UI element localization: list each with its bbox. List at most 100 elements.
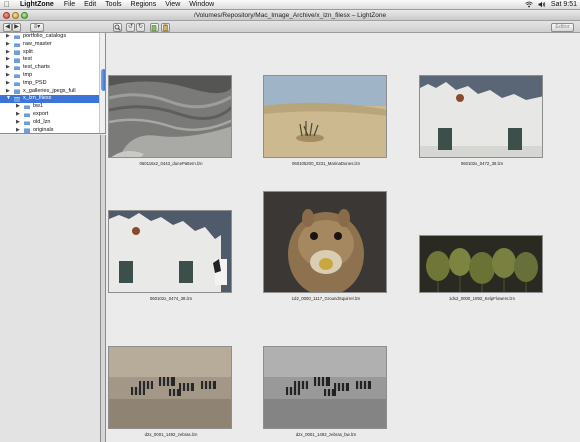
menu-file[interactable]: File xyxy=(64,0,75,10)
magnifier-icon xyxy=(114,24,121,31)
arrow-right-icon: ▶ xyxy=(14,23,19,30)
thumbnail-caption: d2x_0001_1492_zebras.lzn xyxy=(144,432,198,437)
kelp-flowers-thumbnail[interactable] xyxy=(419,235,543,293)
disclosure-closed-icon[interactable]: ▶ xyxy=(6,80,10,88)
zebras-bw-thumbnail[interactable] xyxy=(263,346,387,429)
folder-icon xyxy=(14,81,20,87)
disclosure-open-icon[interactable]: ▼ xyxy=(6,95,11,103)
disclosure-closed-icon[interactable]: ▶ xyxy=(16,127,20,133)
search-button[interactable] xyxy=(113,22,122,32)
view-mode-popup[interactable]: ≡▾ xyxy=(30,22,44,32)
folder-icon xyxy=(14,73,20,79)
disclosure-closed-icon[interactable]: ▶ xyxy=(6,72,10,80)
menu-view[interactable]: View xyxy=(165,0,180,10)
thumbnail-caption: 060116x2_0443_dunePattern.lzn xyxy=(139,161,203,166)
wifi-icon[interactable] xyxy=(525,1,533,8)
folder-label: raw_master xyxy=(23,40,52,47)
white-building-thumbnail[interactable] xyxy=(419,75,543,158)
back-button[interactable]: ◀ xyxy=(3,22,12,32)
rotate-right-button[interactable]: ↻ xyxy=(136,22,145,32)
close-window-button[interactable] xyxy=(3,12,10,19)
folder-icon xyxy=(14,58,20,63)
thumbnail-caption: 060102x_0472_38.lzn xyxy=(460,161,504,166)
folder-tree-item[interactable]: ▶ test_charts xyxy=(0,64,99,72)
zebras-thumbnail[interactable] xyxy=(108,346,232,429)
toolbar: ◀ ▶ ≡▾ ↺ ↻ Editor xyxy=(0,21,580,33)
folder-tree-item[interactable]: ▶ test xyxy=(0,56,99,64)
image-browser: 060116x2_0443_dunePattern.lzn 060105200_… xyxy=(106,33,580,442)
folder-icon xyxy=(14,97,20,102)
apple-menu-icon[interactable]:  xyxy=(4,0,12,9)
folder-label: tmp_PSD xyxy=(23,79,47,86)
folder-label: split xyxy=(23,48,33,55)
window-title: /Volumes/Repository/Mac_Image_Archive/x_… xyxy=(193,12,387,19)
folder-tree-item[interactable]: ▶ split xyxy=(0,49,99,57)
sidebar-scrollbar[interactable] xyxy=(99,33,105,133)
folder-icon xyxy=(24,112,30,118)
arrow-left-icon: ◀ xyxy=(5,23,10,30)
minimize-window-button[interactable] xyxy=(12,12,19,19)
zoom-window-button[interactable] xyxy=(21,12,28,19)
app-menu[interactable]: LightZone xyxy=(20,0,54,10)
clock-text[interactable]: Sat 9:51 xyxy=(551,0,577,10)
dune-pattern-thumbnail[interactable] xyxy=(108,75,232,158)
folder-tree-item[interactable]: ▶ portfolio_catalogs xyxy=(0,33,99,41)
copy-tools-button[interactable] xyxy=(150,22,159,32)
disclosure-closed-icon[interactable]: ▶ xyxy=(16,119,20,127)
folder-icon xyxy=(14,65,20,71)
disclosure-closed-icon[interactable]: ▶ xyxy=(6,88,10,96)
menu-window[interactable]: Window xyxy=(189,0,214,10)
folder-icon xyxy=(24,120,30,126)
folder-tree-item[interactable]: ▶ old_lzn xyxy=(0,119,99,127)
disclosure-closed-icon[interactable]: ▶ xyxy=(6,64,10,72)
sidebar-scroll-thumb[interactable] xyxy=(101,69,105,91)
disclosure-closed-icon[interactable]: ▶ xyxy=(6,41,10,49)
menu-extras: Sat 9:51 xyxy=(525,0,580,10)
folder-tree-item[interactable]: ▶ originals xyxy=(0,126,99,133)
folder-tree-item[interactable]: ▶ tmp_PSD xyxy=(0,80,99,88)
disclosure-closed-icon[interactable]: ▶ xyxy=(16,111,20,119)
menu-tools[interactable]: Tools xyxy=(105,0,121,10)
thumbnail-caption: 1d2_0000_1117_GroundSquirrel.lzn xyxy=(291,296,361,301)
folder-label: x_galleries_jpegs_full xyxy=(23,87,76,94)
folder-label: test xyxy=(23,56,32,63)
folder-tree-item[interactable]: ▶ export xyxy=(0,111,99,119)
thumbnail-caption: 060105200_0231_MarinaDunes.lzn xyxy=(291,161,361,166)
folder-tree: ▶ portfolio_catalogs ▶ raw_master ▶ split ▶ tes… xyxy=(0,33,106,134)
folder-label: bw1 xyxy=(33,103,44,110)
thumbnail-caption: d2x_0001_1492_zebras_bw.lzn xyxy=(295,432,357,437)
info-panel xyxy=(0,135,101,442)
disclosure-closed-icon[interactable]: ▶ xyxy=(6,56,10,64)
folder-label: tmp xyxy=(23,72,33,78)
thumbnail-caption: 1ds2_0000_1892_KelpFlowers.lzn xyxy=(449,296,515,301)
rotate-left-button[interactable]: ↺ xyxy=(126,22,135,32)
folder-tree-item[interactable]: ▼ x_lzn_filesx xyxy=(0,95,99,104)
window-title-bar: /Volumes/Repository/Mac_Image_Archive/x_… xyxy=(0,10,580,21)
folder-tree-item[interactable]: ▶ bw1 xyxy=(0,103,99,111)
folder-icon xyxy=(24,128,30,133)
rotate-left-icon: ↺ xyxy=(127,23,134,30)
paste-icon xyxy=(162,24,169,31)
folder-icon xyxy=(14,50,20,55)
disclosure-closed-icon[interactable]: ▶ xyxy=(16,103,20,111)
menu-bar:  LightZone File Edit Tools Regions View… xyxy=(0,0,580,10)
folder-label: export xyxy=(33,111,49,117)
paste-tools-button[interactable] xyxy=(161,22,170,32)
folder-label: originals xyxy=(33,126,54,133)
thumbnail-caption: 060102x_0474_38.lzn xyxy=(149,296,193,301)
forward-button[interactable]: ▶ xyxy=(12,22,21,32)
editor-button[interactable]: Editor xyxy=(551,22,574,32)
volume-icon[interactable] xyxy=(538,1,546,8)
folder-tree-item[interactable]: ▶ tmp xyxy=(0,72,99,80)
disclosure-closed-icon[interactable]: ▶ xyxy=(6,49,10,57)
disclosure-closed-icon[interactable]: ▶ xyxy=(6,33,10,41)
folder-tree-item[interactable]: ▶ raw_master xyxy=(0,41,99,49)
ground-squirrel-thumbnail[interactable] xyxy=(263,191,387,293)
copy-icon xyxy=(151,24,158,31)
menu-edit[interactable]: Edit xyxy=(84,0,96,10)
menu-regions[interactable]: Regions xyxy=(131,0,157,10)
white-building-2-thumbnail[interactable] xyxy=(108,210,232,293)
list-view-icon: ≡▾ xyxy=(33,23,41,30)
folder-tree-item[interactable]: ▶ x_galleries_jpegs_full xyxy=(0,88,99,96)
marina-dunes-thumbnail[interactable] xyxy=(263,75,387,158)
